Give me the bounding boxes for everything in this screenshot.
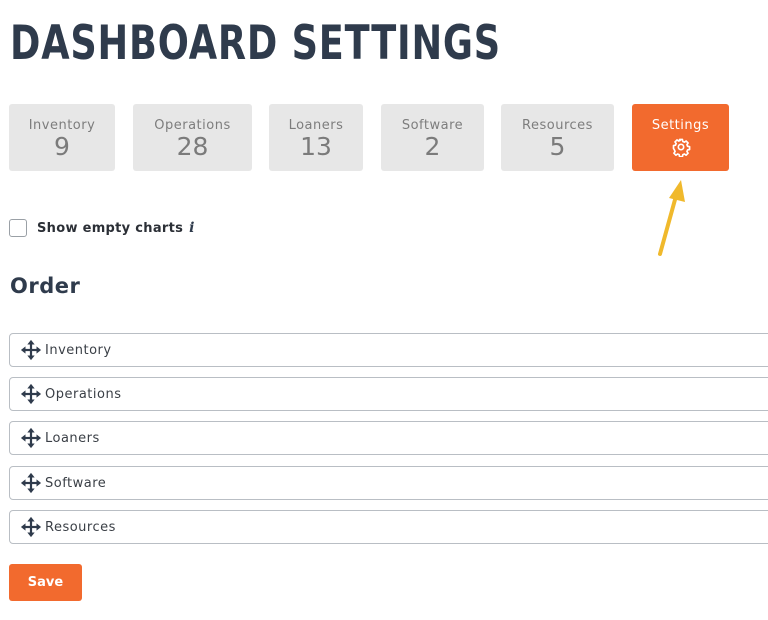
tile-inventory[interactable]: Inventory 9 [9, 104, 115, 171]
tile-count: 28 [176, 132, 209, 161]
order-item-label: Loaners [45, 430, 100, 446]
order-item-label: Software [45, 475, 107, 491]
tile-label: Operations [154, 118, 231, 133]
tile-label: Settings [651, 118, 710, 133]
tile-count: 9 [54, 132, 70, 161]
move-icon[interactable] [20, 339, 42, 361]
tile-resources[interactable]: Resources 5 [501, 104, 614, 171]
order-item-operations[interactable]: Operations [9, 377, 768, 411]
move-icon[interactable] [20, 472, 42, 494]
move-icon[interactable] [20, 383, 42, 405]
info-icon[interactable]: i [189, 220, 194, 236]
tile-label: Inventory [28, 118, 96, 133]
tile-label: Software [401, 118, 464, 133]
move-icon[interactable] [20, 427, 42, 449]
gear-icon [672, 138, 690, 158]
tile-loaners[interactable]: Loaners 13 [269, 104, 363, 171]
order-item-label: Operations [45, 386, 122, 402]
tile-count: 2 [424, 132, 441, 161]
tile-software[interactable]: Software 2 [381, 104, 484, 171]
order-heading: Order [10, 274, 81, 298]
order-item-software[interactable]: Software [9, 466, 768, 500]
page-title: DASHBOARD SETTINGS [10, 16, 501, 71]
order-item-inventory[interactable]: Inventory [9, 333, 768, 367]
order-item-label: Inventory [45, 342, 112, 358]
tile-count: 5 [549, 132, 566, 161]
show-empty-charts-checkbox[interactable] [9, 219, 27, 237]
order-item-label: Resources [45, 519, 116, 535]
tile-settings[interactable]: Settings [632, 104, 729, 171]
tile-label: Loaners [288, 118, 344, 133]
tile-label: Resources [522, 118, 593, 133]
save-button[interactable]: Save [9, 564, 82, 601]
tile-operations[interactable]: Operations 28 [133, 104, 252, 171]
order-item-resources[interactable]: Resources [9, 510, 768, 544]
show-empty-charts-label[interactable]: Show empty charts [37, 221, 183, 236]
show-empty-charts-row: Show empty charts i [9, 219, 195, 237]
move-icon[interactable] [20, 516, 42, 538]
tile-count: 13 [300, 132, 332, 161]
annotation-arrow-icon [658, 180, 685, 256]
order-item-loaners[interactable]: Loaners [9, 421, 768, 455]
